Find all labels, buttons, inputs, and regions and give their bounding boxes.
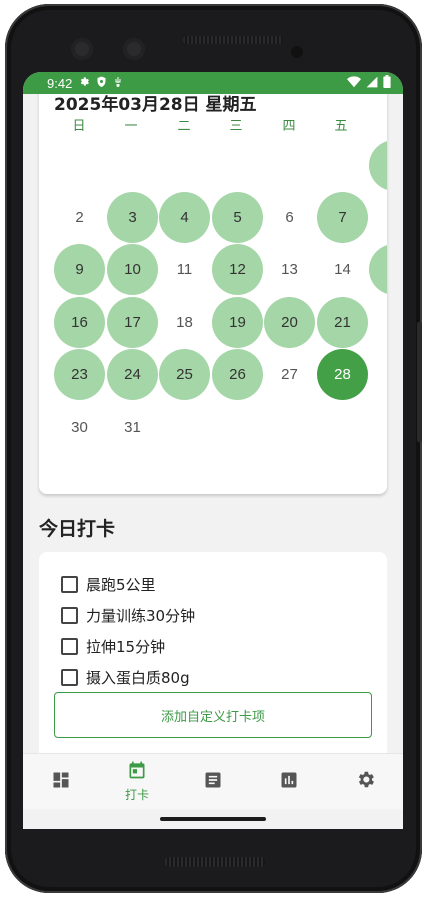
wifi-icon xyxy=(347,75,361,91)
battery-icon xyxy=(383,75,391,91)
front-camera-left xyxy=(71,38,93,60)
earpiece-speaker xyxy=(183,36,283,44)
phone-top-bezel xyxy=(23,16,404,80)
calendar-day-checked[interactable]: 17 xyxy=(107,297,158,348)
calendar-day-checked[interactable]: 20 xyxy=(264,297,315,348)
calendar-day[interactable]: 27 xyxy=(264,349,315,400)
signal-icon xyxy=(366,76,378,91)
bottom-navigation: 打卡 xyxy=(23,753,403,809)
calendar-day-sat-partial[interactable] xyxy=(369,244,387,295)
bottom-speaker xyxy=(165,857,265,867)
calendar-day[interactable]: 13 xyxy=(264,244,315,295)
calendar-day-today[interactable]: 28 xyxy=(317,349,368,400)
calendar-day-checked[interactable]: 23 xyxy=(54,349,105,400)
calendar-day-checked[interactable]: 10 xyxy=(107,244,158,295)
calendar-day-checked[interactable]: 25 xyxy=(159,349,210,400)
calendar-day-checked[interactable]: 19 xyxy=(212,297,263,348)
home-indicator[interactable] xyxy=(160,817,266,821)
status-bar: 9:42 xyxy=(23,72,403,94)
calendar-day-checked[interactable]: 4 xyxy=(159,192,210,243)
calendar-day-checked[interactable]: 16 xyxy=(54,297,105,348)
today-checkin-title: 今日打卡 xyxy=(39,518,116,540)
task-label: 力量训练30分钟 xyxy=(86,606,196,625)
task-checkbox[interactable] xyxy=(61,575,78,593)
settings-gear-icon xyxy=(355,769,376,794)
calendar-day-checked[interactable]: 9 xyxy=(54,244,105,295)
calendar-day-checked[interactable]: 24 xyxy=(107,349,158,400)
shield-status-icon xyxy=(96,76,107,91)
calendar-card: 2025年03月28日 星期五 日 一 二 三 四 五 2 3 4 5 6 7 … xyxy=(39,94,387,494)
task-checkbox[interactable] xyxy=(61,668,78,686)
calendar-day[interactable]: 14 xyxy=(317,244,368,295)
calendar-day-checked[interactable]: 12 xyxy=(212,244,263,295)
task-checkbox[interactable] xyxy=(61,637,78,655)
settings-status-icon xyxy=(78,76,90,91)
calendar-day-checked[interactable]: 26 xyxy=(212,349,263,400)
usb-status-icon xyxy=(113,76,123,91)
task-item[interactable]: 力量训练30分钟 xyxy=(61,603,195,627)
side-button xyxy=(417,322,422,442)
stats-icon xyxy=(279,770,299,794)
status-time: 9:42 xyxy=(47,75,73,91)
weekday-fri: 五 xyxy=(334,119,348,134)
task-list-card: 晨跑5公里 力量训练30分钟 拉伸15分钟 摄入蛋白质80g 添加自定义打卡项 xyxy=(39,552,387,753)
task-label: 晨跑5公里 xyxy=(86,575,156,594)
front-camera-right xyxy=(123,38,145,60)
nav-checkin[interactable]: 打卡 xyxy=(99,754,175,809)
calendar-date-title: 2025年03月28日 星期五 xyxy=(54,95,257,115)
calendar-icon xyxy=(127,760,147,784)
weekday-wed: 三 xyxy=(229,119,243,134)
calendar-day[interactable]: 31 xyxy=(107,402,158,453)
calendar-day[interactable]: 11 xyxy=(159,244,210,295)
nav-checkin-label: 打卡 xyxy=(124,788,149,802)
add-custom-task-button[interactable]: 添加自定义打卡项 xyxy=(54,692,372,738)
weekday-sun: 日 xyxy=(72,119,86,134)
dashboard-icon xyxy=(51,770,71,794)
app-screen: 9:42 2025年03月28日 星期五 日 一 二 三 四 五 2 3 4 5… xyxy=(23,72,403,829)
notes-icon xyxy=(203,770,223,794)
task-item[interactable]: 拉伸15分钟 xyxy=(61,634,165,658)
task-item[interactable]: 摄入蛋白质80g xyxy=(61,665,190,689)
nav-stats[interactable] xyxy=(251,754,327,809)
nav-dashboard[interactable] xyxy=(23,754,99,809)
calendar-day-checked[interactable]: 3 xyxy=(107,192,158,243)
nav-notes[interactable] xyxy=(175,754,251,809)
main-content[interactable]: 2025年03月28日 星期五 日 一 二 三 四 五 2 3 4 5 6 7 … xyxy=(23,94,403,753)
proximity-sensor xyxy=(291,46,303,58)
calendar-day[interactable]: 6 xyxy=(264,192,315,243)
weekday-thu: 四 xyxy=(282,119,296,134)
calendar-day[interactable]: 30 xyxy=(54,402,105,453)
weekday-tue: 二 xyxy=(177,119,191,134)
calendar-day-checked[interactable]: 7 xyxy=(317,192,368,243)
calendar-day-checked[interactable]: 5 xyxy=(212,192,263,243)
task-label: 拉伸15分钟 xyxy=(86,637,166,656)
calendar-day-checked[interactable]: 21 xyxy=(317,297,368,348)
calendar-day-sat-partial[interactable] xyxy=(369,140,387,191)
task-label: 摄入蛋白质80g xyxy=(86,668,190,687)
calendar-day[interactable]: 18 xyxy=(159,297,210,348)
task-item[interactable]: 晨跑5公里 xyxy=(61,572,156,596)
nav-settings[interactable] xyxy=(327,754,403,809)
weekday-mon: 一 xyxy=(124,119,138,134)
calendar-day[interactable]: 2 xyxy=(54,192,105,243)
task-checkbox[interactable] xyxy=(61,606,78,624)
